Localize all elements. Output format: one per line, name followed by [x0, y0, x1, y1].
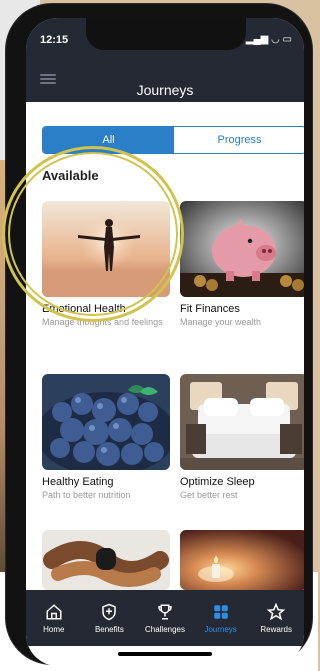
phone-screen: 12:15 ▂▄▆ ◡ ▭ Journeys All Progress Avai… [26, 18, 304, 666]
tab-label: Rewards [260, 624, 292, 634]
optimize-sleep-image [180, 374, 304, 470]
healthy-eating-image [42, 374, 170, 470]
tab-label: Benefits [94, 624, 124, 634]
tab-label: Challenges [144, 624, 185, 634]
journeys-icon [213, 604, 228, 619]
tab-progress[interactable]: Progress [174, 127, 304, 153]
phone-frame: 12:15 ▂▄▆ ◡ ▭ Journeys All Progress Avai… [6, 4, 312, 666]
tab-benefits[interactable]: Benefits [82, 590, 138, 646]
journey-card-fit-finances[interactable]: Fit Finances Manage your wealth [180, 201, 304, 327]
tab-label: Journeys [204, 624, 237, 634]
status-time: 12:15 [40, 34, 69, 46]
journey-card-optimize-sleep[interactable]: Optimize Sleep Get better rest [180, 374, 304, 500]
journey-card-healthy-eating[interactable]: Healthy Eating Path to better nutrition [42, 374, 170, 500]
journey-card-partial-right[interactable] [180, 530, 304, 596]
bottom-tab-bar: Home Benefits Challenges Journeys Reward… [26, 590, 304, 646]
highlight-ring-inner [8, 152, 178, 316]
journey-card-partial-left[interactable] [42, 530, 170, 596]
partial-right-image [180, 530, 304, 590]
tab-journeys[interactable]: Journeys [193, 590, 249, 646]
shield-icon [102, 603, 117, 620]
status-indicators: ▂▄▆ ◡ ▭ [245, 34, 292, 45]
tab-home[interactable]: Home [26, 590, 82, 646]
card-title: Fit Finances [180, 303, 240, 315]
partial-left-image [42, 530, 170, 590]
card-title: Healthy Eating [42, 476, 114, 488]
tab-challenges[interactable]: Challenges [137, 590, 193, 646]
card-subtitle: Path to better nutrition [42, 490, 131, 500]
page-title: Journeys [136, 82, 194, 98]
card-subtitle: Manage your wealth [180, 317, 262, 327]
card-subtitle: Get better rest [180, 490, 238, 500]
notch [86, 18, 246, 50]
star-icon [267, 602, 286, 620]
card-title: Optimize Sleep [180, 476, 255, 488]
trophy-icon [158, 604, 172, 619]
home-indicator [118, 652, 212, 656]
fit-finances-image [180, 201, 304, 297]
tab-rewards[interactable]: Rewards [248, 590, 304, 646]
app-header: 12:15 ▂▄▆ ◡ ▭ Journeys [26, 18, 304, 102]
tab-label: Home [43, 624, 65, 634]
home-icon [46, 603, 62, 619]
